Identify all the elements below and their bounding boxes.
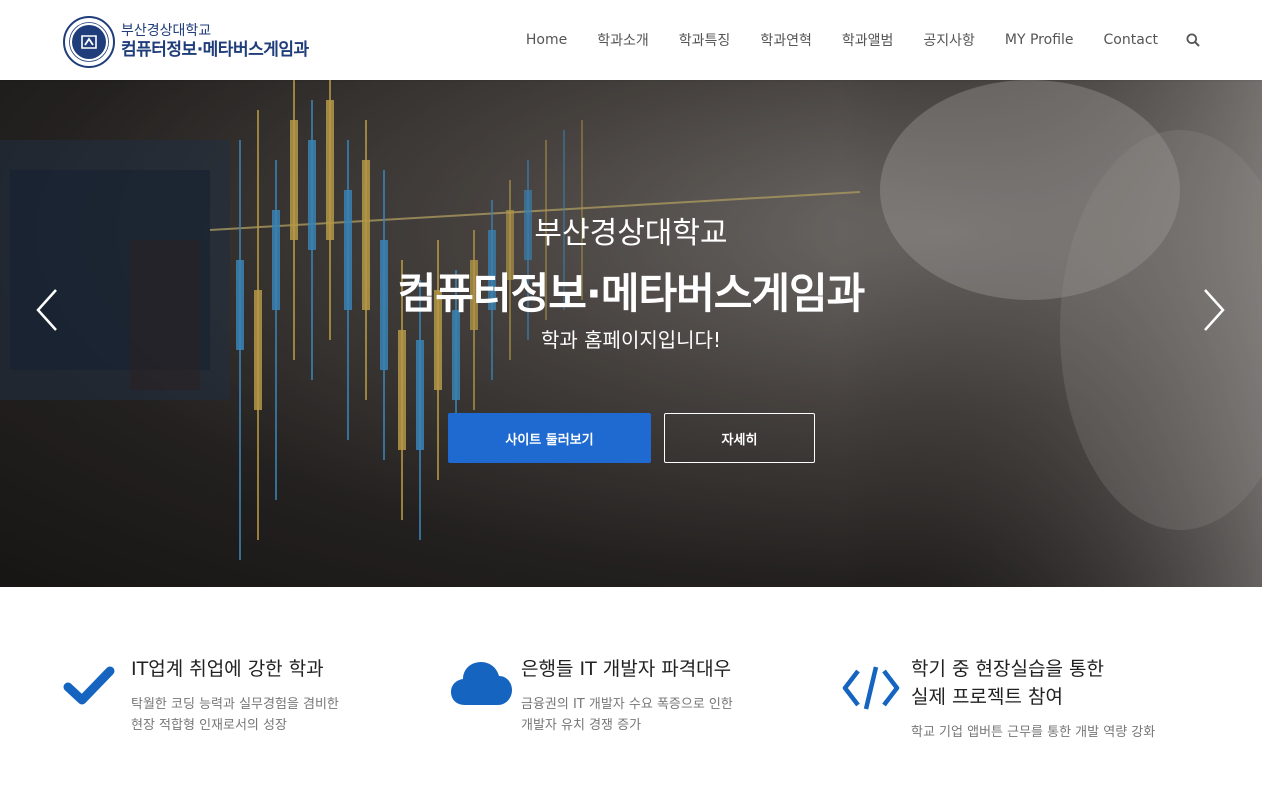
details-button[interactable]: 자세히 <box>664 413 815 463</box>
nav-dept-intro[interactable]: 학과소개 <box>597 30 649 50</box>
hero-slider: 부산경상대학교 컴퓨터정보·메타버스게임과 학과 홈페이지입니다! 사이트 둘러… <box>0 80 1262 587</box>
feature-banking: 은행들 IT 개발자 파격대우 금융권의 IT 개발자 수요 폭증으로 인한 개… <box>451 655 791 755</box>
main-nav: Home 학과소개 학과특징 학과연혁 학과앨범 공지사항 MY Profile… <box>526 0 1200 80</box>
hero-subtitle: 부산경상대학교 <box>534 216 728 251</box>
site-logo[interactable]: 부산경상대학교 컴퓨터정보·메타버스게임과 <box>63 14 323 70</box>
checkmark-icon <box>63 666 115 705</box>
site-header: 부산경상대학교 컴퓨터정보·메타버스게임과 Home 학과소개 학과특징 학과연… <box>0 0 1262 80</box>
feature-internship: 학기 중 현장실습을 통한 실제 프로젝트 참여 학교 기업 앱버튼 근무를 통… <box>842 655 1202 755</box>
hero-tagline: 학과 홈페이지입니다! <box>541 328 721 352</box>
nav-home[interactable]: Home <box>526 32 567 48</box>
search-icon[interactable] <box>1186 33 1200 47</box>
feature-title: 학기 중 현장실습을 통한 <box>911 658 1104 680</box>
feature-employment: IT업계 취업에 강한 학과 탁월한 코딩 능력과 실무경험을 겸비한 현장 적… <box>63 655 403 755</box>
code-icon <box>842 666 900 710</box>
feature-title-line2: 실제 프로젝트 참여 <box>911 686 1063 708</box>
logo-department-name: 컴퓨터정보·메타버스게임과 <box>121 40 309 60</box>
nav-dept-history[interactable]: 학과연혁 <box>760 30 812 50</box>
feature-desc-line: 개발자 유치 경쟁 증가 <box>521 718 642 733</box>
feature-title: 은행들 IT 개발자 파격대우 <box>521 658 732 680</box>
hero-title: 컴퓨터정보·메타버스게임과 <box>397 269 866 318</box>
nav-dept-features[interactable]: 학과특징 <box>679 30 731 50</box>
logo-text: 부산경상대학교 컴퓨터정보·메타버스게임과 <box>121 23 309 61</box>
feature-title: IT업계 취업에 강한 학과 <box>131 658 324 680</box>
feature-desc-line: 학교 기업 앱버튼 근무를 통한 개발 역량 강화 <box>911 725 1156 740</box>
nav-notices[interactable]: 공지사항 <box>923 30 975 50</box>
feature-desc-line: 탁월한 코딩 능력과 실무경험을 겸비한 <box>131 697 339 712</box>
nav-dept-album[interactable]: 학과앨범 <box>842 30 894 50</box>
nav-my-profile[interactable]: MY Profile <box>1005 32 1074 48</box>
chevron-right-icon[interactable] <box>1199 287 1229 333</box>
cloud-icon <box>451 662 512 705</box>
feature-desc-line: 금융권의 IT 개발자 수요 폭증으로 인한 <box>521 697 733 712</box>
college-seal-icon <box>63 16 115 68</box>
chevron-left-icon[interactable] <box>32 287 62 333</box>
feature-desc-line: 현장 적합형 인재로서의 성장 <box>131 718 287 733</box>
logo-college-name: 부산경상대학교 <box>121 23 212 39</box>
browse-site-button[interactable]: 사이트 둘러보기 <box>448 413 651 463</box>
nav-contact[interactable]: Contact <box>1104 32 1158 48</box>
